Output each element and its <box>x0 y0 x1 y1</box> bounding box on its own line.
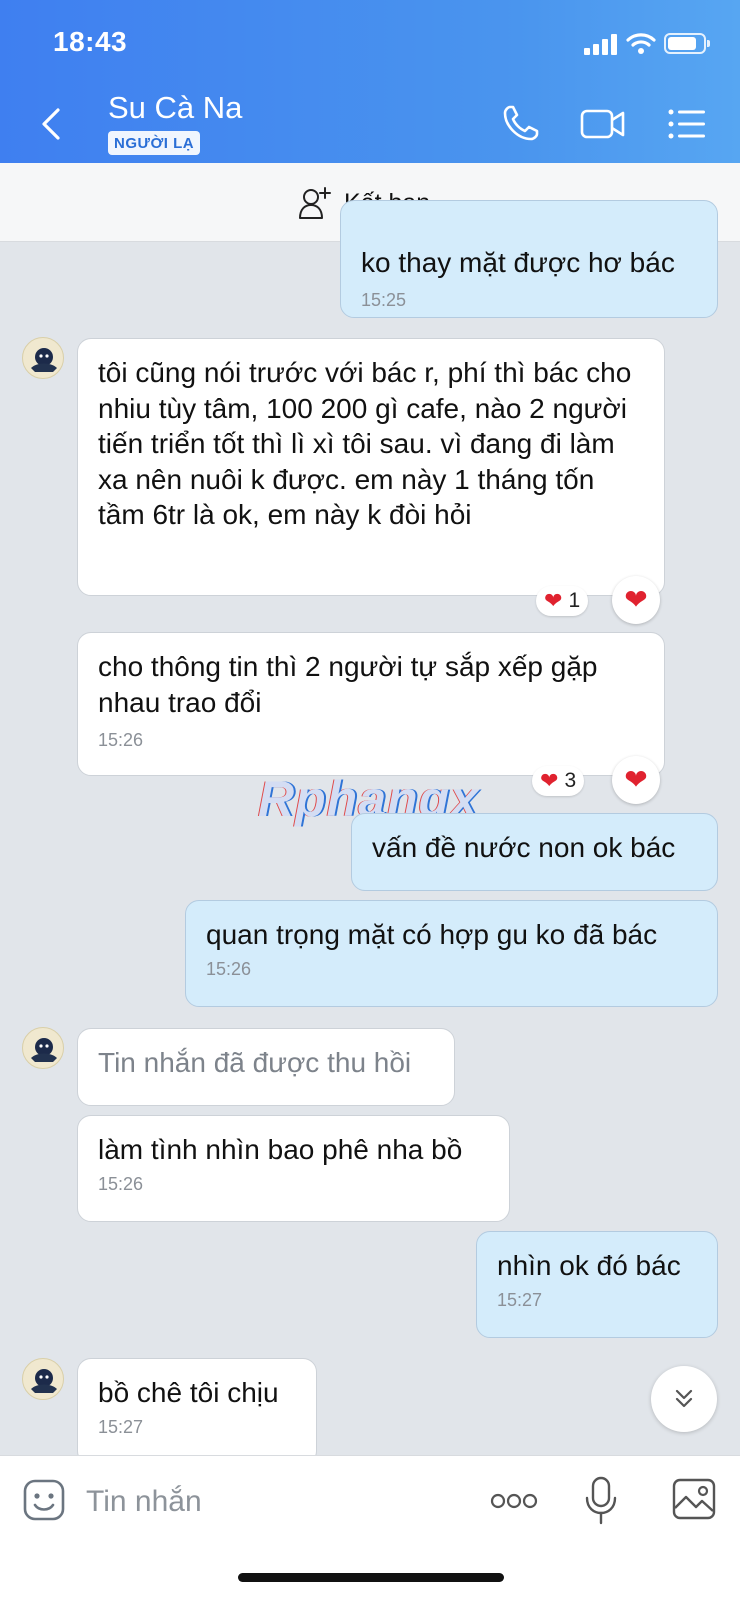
wifi-icon <box>626 33 656 54</box>
message-text: Tin nhắn đã được thu hồi <box>98 1047 412 1078</box>
reaction-count: 3 <box>564 769 577 792</box>
message-input[interactable] <box>84 1476 468 1528</box>
react-button[interactable]: ❤ <box>612 756 660 804</box>
menu-list-icon[interactable] <box>668 108 706 140</box>
avatar-image <box>31 1369 57 1393</box>
cellular-signal-icon <box>584 33 618 55</box>
battery-icon <box>664 33 710 54</box>
phone-icon[interactable] <box>502 104 540 142</box>
message-time: 15:26 <box>98 730 144 750</box>
heart-icon: ❤ <box>624 764 648 795</box>
message-time: 15:27 <box>497 1289 543 1310</box>
message-text: cho thông tin thì 2 người tự sắp xếp gặp… <box>98 651 598 718</box>
reaction-summary[interactable]: ❤ 3 <box>532 766 585 796</box>
avatar[interactable] <box>22 1358 64 1400</box>
microphone-icon[interactable] <box>584 1476 618 1526</box>
reaction-summary[interactable]: ❤ 1 <box>536 586 589 616</box>
message-time: 15:25 <box>361 289 407 310</box>
status-time: 18:43 <box>53 26 128 57</box>
heart-icon: ❤ <box>540 768 559 793</box>
avatar[interactable] <box>22 1027 64 1069</box>
message-time: 15:26 <box>206 958 252 979</box>
message-text: ko thay mặt được hơ bác <box>361 247 675 278</box>
reaction-count: 1 <box>568 589 581 612</box>
home-indicator[interactable] <box>238 1573 504 1582</box>
message-text: làm tình nhìn bao phê nha bồ <box>98 1134 463 1165</box>
image-icon[interactable] <box>672 1478 716 1520</box>
message-time: 15:26 <box>98 1173 144 1194</box>
sticker-icon[interactable] <box>22 1478 66 1522</box>
message-bubble-incoming[interactable]: cho thông tin thì 2 người tự sắp xếp gặp… <box>77 632 665 776</box>
contact-name[interactable]: Su Cà Na <box>108 90 242 126</box>
chat-header: 18:43 Su Cà Na NGƯỜI LẠ <box>0 0 740 163</box>
avatar[interactable] <box>22 337 64 379</box>
heart-icon: ❤ <box>624 584 648 615</box>
message-bubble-outgoing[interactable]: nhìn ok đó bác 15:27 <box>476 1231 718 1338</box>
message-bubble-incoming[interactable]: bồ chê tôi chịu 15:27 <box>77 1358 317 1465</box>
message-text: tôi cũng nói trước với bác r, phí thì bá… <box>98 357 632 530</box>
message-bubble-incoming[interactable]: tôi cũng nói trước với bác r, phí thì bá… <box>77 338 665 596</box>
double-chevron-down-icon <box>675 1389 693 1408</box>
react-button[interactable]: ❤ <box>612 576 660 624</box>
message-text: nhìn ok đó bác <box>497 1250 681 1281</box>
more-options-icon[interactable] <box>490 1492 538 1510</box>
scroll-to-bottom-button[interactable] <box>651 1366 717 1432</box>
message-text: bồ chê tôi chịu <box>98 1377 279 1408</box>
add-friend-icon <box>299 187 331 219</box>
avatar-image <box>31 348 57 372</box>
message-bubble-outgoing[interactable]: quan trọng mặt có hợp gu ko đã bác 15:26 <box>185 900 718 1007</box>
message-bubble-outgoing[interactable]: vấn đề nước non ok bác <box>351 813 718 891</box>
back-icon[interactable] <box>36 104 66 144</box>
recalled-message: Tin nhắn đã được thu hồi <box>77 1028 455 1106</box>
message-bubble-incoming[interactable]: làm tình nhìn bao phê nha bồ 15:26 <box>77 1115 510 1222</box>
avatar-image <box>31 1038 57 1062</box>
video-call-icon[interactable] <box>580 106 626 142</box>
message-text: quan trọng mặt có hợp gu ko đã bác <box>206 919 658 950</box>
message-text: vấn đề nước non ok bác <box>372 832 676 863</box>
message-bubble-outgoing[interactable]: ko thay mặt được hơ bác 15:25 <box>340 200 718 318</box>
message-time: 15:27 <box>98 1416 144 1437</box>
stranger-badge: NGƯỜI LẠ <box>108 131 201 155</box>
heart-icon: ❤ <box>544 588 563 613</box>
